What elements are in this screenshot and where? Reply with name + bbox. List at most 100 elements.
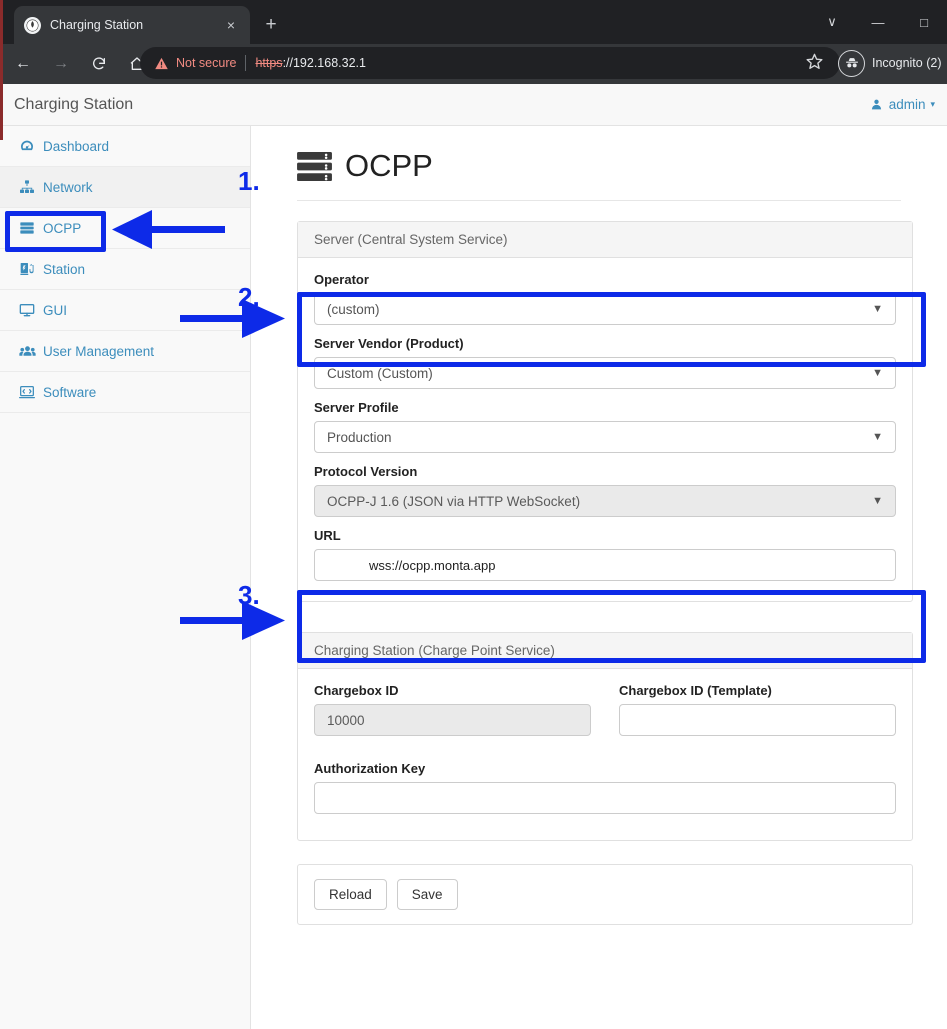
close-icon[interactable]: × bbox=[222, 16, 240, 34]
actions-card-body: Reload Save bbox=[298, 865, 912, 924]
chevron-down-icon: ▼ bbox=[872, 495, 883, 507]
dashboard-icon bbox=[18, 137, 36, 155]
url-input[interactable]: wss://ocpp.monta.app bbox=[314, 549, 896, 581]
browser-tab-title: Charging Station bbox=[50, 18, 222, 32]
server-profile-value: Production bbox=[327, 430, 392, 445]
server-vendor-value: Custom (Custom) bbox=[327, 366, 433, 381]
chevron-down-icon: ▾ bbox=[930, 99, 935, 110]
sidebar-item-network[interactable]: Network bbox=[0, 167, 250, 208]
chargebox-id-input: 10000 bbox=[314, 704, 591, 736]
window-edge-artifact bbox=[0, 0, 3, 140]
sidebar-item-dashboard[interactable]: Dashboard bbox=[0, 126, 250, 167]
highlight-box-ocpp bbox=[5, 211, 106, 252]
minimize-button[interactable]: — bbox=[855, 0, 901, 44]
globe-icon bbox=[24, 17, 41, 34]
header-divider bbox=[297, 200, 901, 201]
operator-label: Operator bbox=[314, 272, 896, 287]
annotation-number-3: 3. bbox=[238, 580, 260, 611]
monitor-icon bbox=[18, 301, 36, 319]
station-icon bbox=[18, 260, 36, 278]
window-controls: ∨ — □ bbox=[809, 0, 947, 44]
server-card: Server (Central System Service) Operator… bbox=[297, 221, 913, 602]
sidebar: Dashboard Network OCPP Station GUI bbox=[0, 126, 251, 1029]
url-label: URL bbox=[314, 528, 896, 543]
user-icon bbox=[870, 98, 883, 111]
sidebar-item-label: Station bbox=[43, 262, 85, 277]
incognito-icon bbox=[838, 50, 865, 77]
protocol-version-field: Protocol Version OCPP-J 1.6 (JSON via HT… bbox=[314, 464, 896, 517]
annotation-number-1: 1. bbox=[238, 166, 260, 197]
new-tab-button[interactable]: + bbox=[258, 12, 284, 38]
server-stack-icon bbox=[297, 151, 332, 182]
sidebar-item-label: Dashboard bbox=[43, 139, 109, 154]
authorization-key-field: Authorization Key bbox=[314, 761, 896, 814]
software-icon bbox=[18, 383, 36, 401]
sidebar-item-software[interactable]: Software bbox=[0, 372, 250, 413]
page-header: OCPP bbox=[297, 148, 947, 184]
highlight-box-url bbox=[297, 590, 926, 663]
security-status: Not secure bbox=[176, 56, 236, 70]
chargebox-template-field: Chargebox ID (Template) bbox=[619, 683, 896, 736]
main-content: OCPP Server (Central System Service) Ope… bbox=[251, 126, 947, 1029]
users-icon bbox=[18, 342, 36, 360]
user-name: admin bbox=[889, 97, 926, 112]
authorization-key-input[interactable] bbox=[314, 782, 896, 814]
action-buttons: Reload Save bbox=[314, 879, 896, 910]
warning-icon bbox=[154, 56, 169, 71]
authorization-key-label: Authorization Key bbox=[314, 761, 896, 776]
omnibox-divider bbox=[245, 55, 246, 71]
server-card-heading: Server (Central System Service) bbox=[298, 222, 912, 258]
server-profile-field: Server Profile Production ▼ bbox=[314, 400, 896, 453]
chargebox-id-value: 10000 bbox=[327, 713, 365, 728]
chevron-down-icon[interactable]: ∨ bbox=[809, 0, 855, 44]
station-card-body: Chargebox ID 10000 Chargebox ID (Templat… bbox=[298, 669, 912, 840]
chevron-down-icon: ▼ bbox=[872, 367, 883, 379]
protocol-version-select: OCPP-J 1.6 (JSON via HTTP WebSocket) ▼ bbox=[314, 485, 896, 517]
profile-label: Incognito (2) bbox=[872, 56, 941, 70]
profile-button[interactable]: Incognito (2) bbox=[838, 48, 941, 78]
tab-strip: Charging Station × + ∨ — □ bbox=[0, 0, 947, 44]
sidebar-item-station[interactable]: Station bbox=[0, 249, 250, 290]
url-host: ://192.168.32.1 bbox=[283, 56, 366, 70]
page-title: OCPP bbox=[345, 148, 433, 184]
sidebar-item-gui[interactable]: GUI bbox=[0, 290, 250, 331]
actions-card: Reload Save bbox=[297, 864, 913, 925]
chargebox-row: Chargebox ID 10000 Chargebox ID (Templat… bbox=[314, 683, 896, 747]
sidebar-item-label: GUI bbox=[43, 303, 67, 318]
protocol-version-value: OCPP-J 1.6 (JSON via HTTP WebSocket) bbox=[327, 494, 580, 509]
browser-chrome: Charging Station × + ∨ — □ ← → Not secur… bbox=[0, 0, 947, 84]
chargebox-id-label: Chargebox ID bbox=[314, 683, 591, 698]
address-bar[interactable]: Not secure https ://192.168.32.1 bbox=[140, 47, 840, 79]
user-menu[interactable]: admin ▾ bbox=[870, 97, 935, 112]
maximize-button[interactable]: □ bbox=[901, 0, 947, 44]
sidebar-item-label: Network bbox=[43, 180, 93, 195]
annotation-number-2: 2. bbox=[238, 282, 260, 313]
url-value: wss://ocpp.monta.app bbox=[327, 558, 495, 573]
chargebox-template-label: Chargebox ID (Template) bbox=[619, 683, 896, 698]
server-profile-select[interactable]: Production ▼ bbox=[314, 421, 896, 453]
protocol-version-label: Protocol Version bbox=[314, 464, 896, 479]
save-button[interactable]: Save bbox=[397, 879, 458, 910]
bookmark-icon[interactable] bbox=[805, 52, 827, 74]
reload-button[interactable]: Reload bbox=[314, 879, 387, 910]
url-field: URL wss://ocpp.monta.app bbox=[314, 528, 896, 581]
chargebox-id-field: Chargebox ID 10000 bbox=[314, 683, 591, 736]
app-header: Charging Station admin ▾ bbox=[0, 84, 947, 126]
back-icon[interactable]: ← bbox=[8, 49, 38, 79]
forward-icon[interactable]: → bbox=[46, 49, 76, 79]
reload-icon[interactable] bbox=[84, 49, 114, 79]
chargebox-template-input[interactable] bbox=[619, 704, 896, 736]
sidebar-item-user-management[interactable]: User Management bbox=[0, 331, 250, 372]
url-scheme: https bbox=[255, 56, 282, 70]
app-title: Charging Station bbox=[14, 96, 133, 114]
server-profile-label: Server Profile bbox=[314, 400, 896, 415]
highlight-box-operator bbox=[297, 292, 926, 367]
field-spacer bbox=[314, 747, 896, 761]
sidebar-item-label: Software bbox=[43, 385, 96, 400]
sidebar-item-label: User Management bbox=[43, 344, 154, 359]
station-card: Charging Station (Charge Point Service) … bbox=[297, 632, 913, 841]
chevron-down-icon: ▼ bbox=[872, 431, 883, 443]
network-icon bbox=[18, 178, 36, 196]
web-app: Charging Station admin ▾ Dashboard Netwo… bbox=[0, 84, 947, 1029]
browser-tab[interactable]: Charging Station × bbox=[14, 6, 250, 44]
